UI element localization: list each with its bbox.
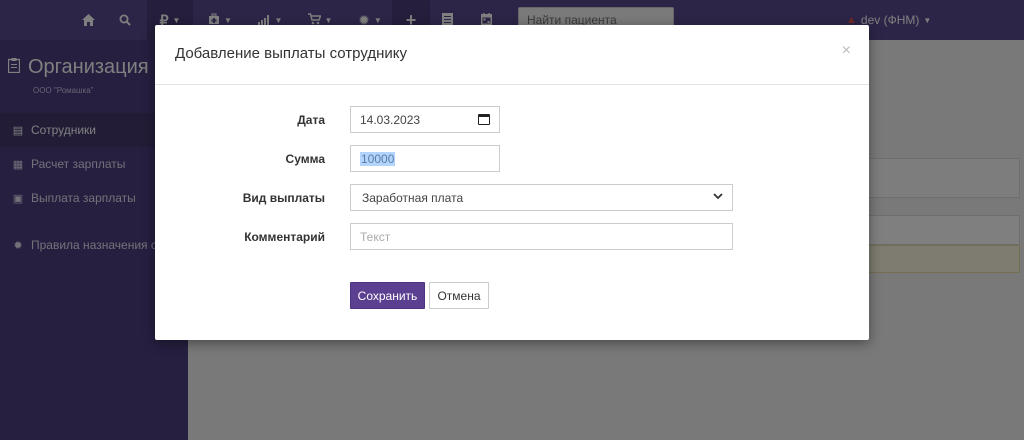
chevron-down-icon [713,192,723,203]
comment-label: Комментарий [244,230,325,244]
payment-kind-value: Заработная плата [362,190,464,205]
payment-kind-select[interactable]: Заработная плата [350,184,733,211]
calendar-icon[interactable] [478,114,490,125]
comment-field[interactable]: Текст [350,223,733,250]
comment-placeholder: Текст [360,229,391,244]
sum-label: Сумма [285,152,325,166]
payment-kind-label: Вид выплаты [242,191,325,205]
add-payment-modal: Добавление выплаты сотруднику × Дата 14.… [155,25,869,340]
date-label: Дата [297,113,325,127]
date-field[interactable]: 14.03.2023 [350,106,500,133]
date-value: 14.03.2023 [360,112,421,127]
close-icon[interactable]: × [842,42,851,60]
modal-title: Добавление выплаты сотруднику [175,45,407,62]
cancel-button[interactable]: Отмена [429,282,489,309]
save-button[interactable]: Сохранить [350,282,425,309]
modal-header: Добавление выплаты сотруднику × [155,25,869,85]
sum-value: 10000 [360,151,396,166]
sum-field[interactable]: 10000 [350,145,500,172]
